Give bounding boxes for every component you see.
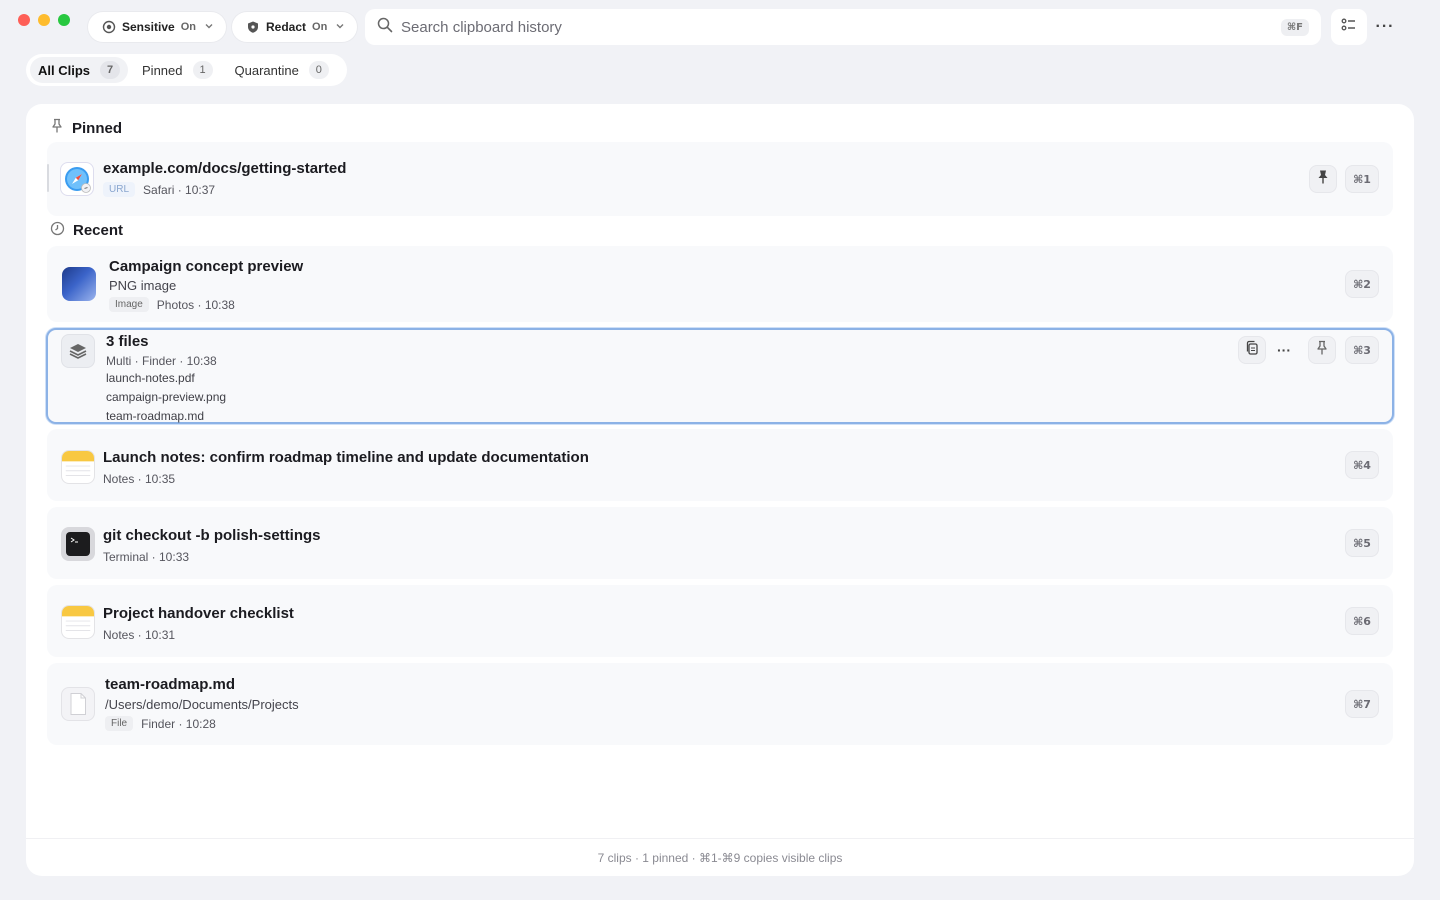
close-window-button[interactable] (18, 14, 30, 26)
clock-icon (50, 221, 65, 240)
shortcut-badge: ⌘3 (1345, 336, 1379, 364)
clip-title: Campaign concept preview (109, 258, 304, 275)
pinned-section-title: Pinned (50, 118, 122, 138)
minimize-window-button[interactable] (38, 14, 50, 26)
document-icon (61, 687, 95, 721)
tab-label: Quarantine (234, 62, 299, 78)
tab-count: 0 (308, 61, 329, 79)
clip-row-file[interactable]: team-roadmap.md /Users/demo/Documents/Pr… (47, 663, 1393, 745)
clip-meta: URL Safari · 10:37 (103, 182, 215, 197)
clip-row-notes[interactable]: Launch notes: confirm roadmap timeline a… (47, 429, 1393, 501)
tab-label: Pinned (142, 62, 183, 78)
clip-meta: Notes · 10:31 (103, 628, 176, 642)
chevron-down-icon (204, 21, 214, 34)
chevron-down-icon (335, 21, 345, 34)
terminal-icon (61, 527, 95, 561)
search-icon (377, 17, 393, 38)
footer-summary: 7 clips · 1 pinned · ⌘1-⌘9 copies visibl… (597, 850, 843, 865)
recent-section-title: Recent (50, 221, 123, 240)
clips-panel: Pinned example.com/docs/getting-started … (26, 104, 1414, 876)
file-name: campaign-preview.png (106, 390, 227, 404)
clip-meta: Multi · Finder · 10:38 (106, 354, 217, 368)
copy-icon (1245, 340, 1259, 361)
clip-title: example.com/docs/getting-started (103, 160, 347, 177)
row-divider (47, 164, 49, 192)
window-controls (18, 14, 70, 26)
checklist-icon (1341, 17, 1357, 38)
more-options-button[interactable]: ··· (1367, 9, 1403, 45)
tab-quarantine[interactable]: Quarantine 0 (227, 57, 337, 83)
copy-button[interactable] (1238, 336, 1266, 364)
filter-tabs: All Clips 7 Pinned 1 Quarantine 0 (26, 54, 347, 86)
shortcut-badge: ⌘7 (1345, 690, 1379, 718)
eye-shield-icon (102, 20, 116, 34)
sensitive-state: On (180, 21, 196, 33)
tab-count: 1 (192, 61, 213, 79)
clip-title: team-roadmap.md (105, 676, 236, 693)
pin-button[interactable] (1308, 336, 1336, 364)
image-thumbnail (62, 267, 96, 301)
search-bar[interactable]: ⌘F (365, 9, 1321, 45)
notes-icon (61, 450, 95, 484)
shortcut-badge: ⌘2 (1345, 270, 1379, 298)
ellipsis-icon: ··· (1277, 342, 1291, 358)
shortcut-badge: ⌘1 (1345, 165, 1379, 193)
row-more-button[interactable]: ··· (1272, 336, 1296, 364)
stack-icon (61, 334, 95, 368)
clip-meta: File Finder · 10:28 (105, 716, 216, 731)
clip-title: Launch notes: confirm roadmap timeline a… (103, 449, 589, 466)
clip-row-terminal[interactable]: git checkout -b polish-settings Terminal… (47, 507, 1393, 579)
zoom-window-button[interactable] (58, 14, 70, 26)
file-name: team-roadmap.md (106, 409, 205, 423)
shortcut-badge: ⌘5 (1345, 529, 1379, 557)
list-view-button[interactable] (1331, 9, 1367, 45)
type-badge: Image (109, 297, 149, 312)
unpin-button[interactable] (1309, 165, 1337, 193)
sensitive-toggle[interactable]: Sensitive On (88, 12, 226, 42)
clip-row-notes[interactable]: Project handover checklist Notes · 10:31… (47, 585, 1393, 657)
tab-count: 7 (100, 61, 121, 79)
pin-icon (1315, 340, 1329, 361)
search-input[interactable] (401, 18, 1281, 36)
search-shortcut: ⌘F (1280, 18, 1309, 36)
shortcut-badge: ⌘4 (1345, 451, 1379, 479)
pin-filled-icon (1316, 169, 1330, 190)
clip-meta: Terminal · 10:33 (103, 550, 190, 564)
notes-icon (61, 605, 95, 639)
shield-icon (246, 20, 260, 34)
sensitive-label: Sensitive (122, 20, 175, 34)
clip-title: 3 files (106, 333, 149, 350)
clip-row-pinned-url[interactable]: example.com/docs/getting-started URL Saf… (47, 142, 1393, 216)
tab-pinned[interactable]: Pinned 1 (134, 57, 220, 83)
tab-all-clips[interactable]: All Clips 7 (30, 57, 129, 83)
redact-state: On (312, 21, 328, 33)
status-footer: 7 clips · 1 pinned · ⌘1-⌘9 copies visibl… (26, 838, 1414, 876)
clip-title: Project handover checklist (103, 605, 294, 622)
safari-icon (60, 162, 94, 196)
clip-row-files-selected[interactable]: 3 files Multi · Finder · 10:38 launch-no… (46, 328, 1394, 424)
clip-subtitle: PNG image (109, 278, 177, 293)
clip-title: git checkout -b polish-settings (103, 527, 321, 544)
type-badge: URL (103, 182, 136, 197)
shortcut-badge: ⌘6 (1345, 607, 1379, 635)
file-name: launch-notes.pdf (106, 371, 195, 385)
clip-meta: Notes · 10:35 (103, 472, 176, 486)
pin-icon (50, 118, 64, 138)
redact-toggle[interactable]: Redact On (232, 12, 358, 42)
ellipsis-icon: ··· (1375, 18, 1395, 35)
clip-subtitle: /Users/demo/Documents/Projects (105, 697, 299, 712)
redact-label: Redact (266, 20, 307, 34)
tab-label: All Clips (38, 62, 91, 78)
clip-row-image[interactable]: Campaign concept preview PNG image Image… (47, 246, 1393, 322)
type-badge: File (105, 716, 134, 731)
clip-meta: Image Photos · 10:38 (109, 297, 235, 312)
